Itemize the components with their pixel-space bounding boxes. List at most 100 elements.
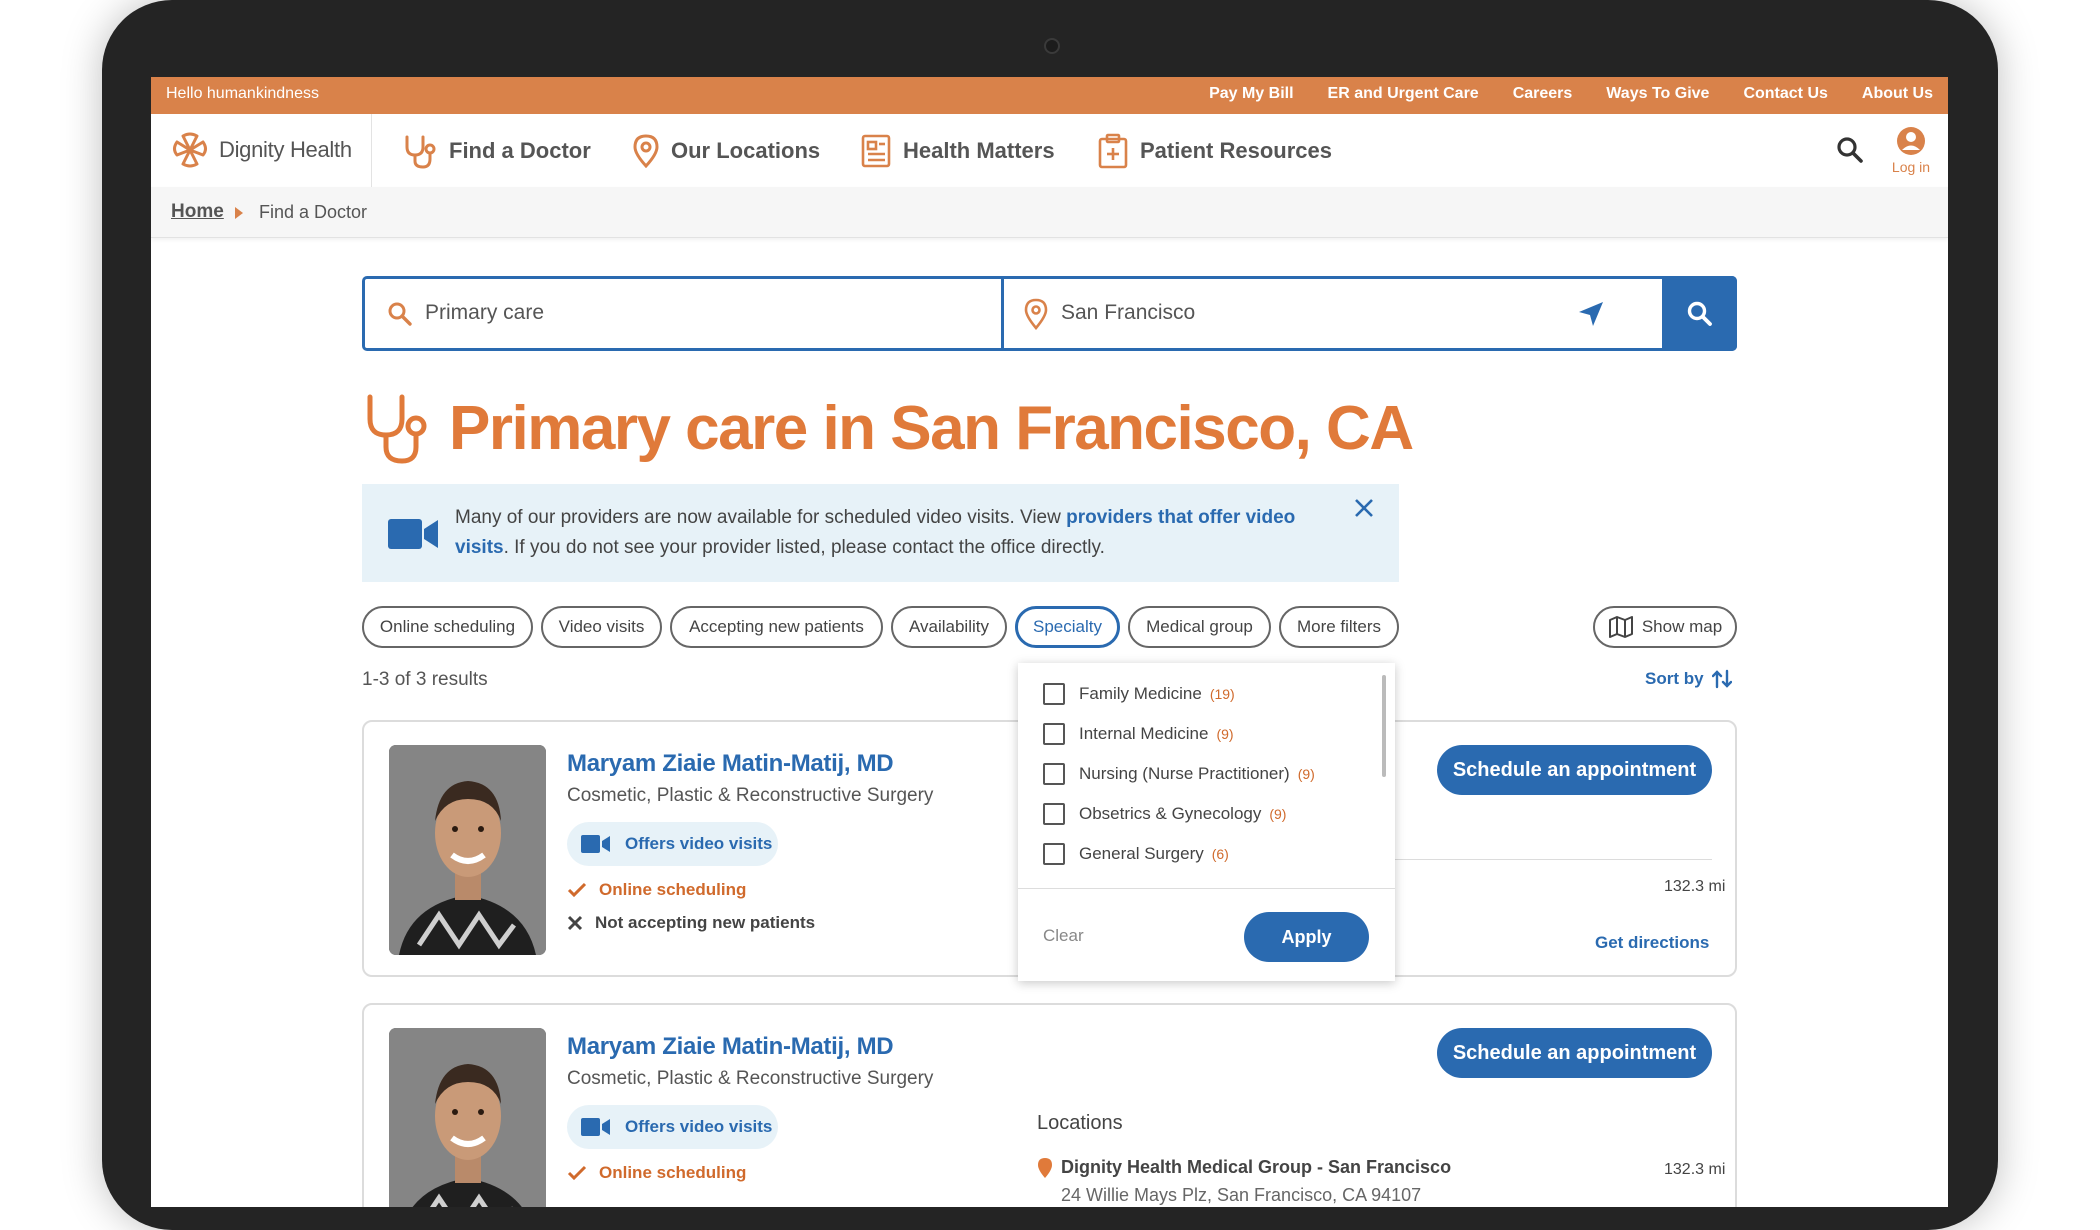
contact-us-link[interactable]: Contact Us [1743, 85, 1827, 103]
location-distance: 132.3 mi [1664, 1161, 1726, 1178]
locations-heading: Locations [1037, 1112, 1123, 1134]
about-us-link[interactable]: About Us [1862, 85, 1933, 103]
specialty-option-count: (6) [1211, 846, 1229, 862]
sort-by-button[interactable]: Sort by [1645, 669, 1732, 689]
breadcrumb-chevron-icon [235, 207, 243, 219]
specialty-option-label: Obsetrics & Gynecology [1079, 804, 1262, 823]
clipboard-icon [1098, 133, 1128, 168]
ways-to-give-link[interactable]: Ways To Give [1606, 85, 1709, 103]
location-address: 24 Willie Mays Plz, San Francisco, CA 94… [1061, 1185, 1422, 1205]
nav-our-locations[interactable]: Our Locations [633, 114, 820, 187]
doctor-photo[interactable] [389, 745, 546, 955]
er-urgent-care-link[interactable]: ER and Urgent Care [1328, 85, 1479, 103]
doctor-portrait-image [389, 745, 546, 955]
doctor-card: Maryam Ziaie Matin-Matij, MD Cosmetic, P… [362, 1003, 1737, 1207]
brand-name: Dignity Health [219, 137, 352, 162]
video-camera-icon [581, 1118, 610, 1136]
specialty-option-count: (19) [1209, 686, 1235, 702]
doctor-name-link[interactable]: Maryam Ziaie Matin-Matij, MD [567, 1033, 894, 1061]
show-map-label: Show map [1641, 617, 1723, 636]
doctor-specialty: Cosmetic, Plastic & Reconstructive Surge… [567, 785, 934, 806]
specialty-option[interactable]: Internal Medicine (9) [1043, 720, 1234, 748]
filter-medical-group[interactable]: Medical group [1128, 606, 1271, 648]
specialty-option[interactable]: General Surgery (6) [1043, 840, 1229, 868]
filter-online-scheduling[interactable]: Online scheduling [362, 606, 533, 648]
close-icon[interactable] [1352, 496, 1376, 520]
brand-logo[interactable]: Dignity Health [169, 130, 352, 170]
specialty-option-label: Nursing (Nurse Practitioner) [1079, 764, 1290, 783]
schedule-appointment-button[interactable]: Schedule an appointment [1437, 745, 1712, 795]
location-pin-icon [1038, 1158, 1052, 1178]
checkbox[interactable] [1043, 843, 1065, 865]
specialty-option-label: Internal Medicine [1079, 724, 1209, 743]
specialty-option-count: (9) [1269, 806, 1287, 822]
video-visits-label: Offers video visits [625, 834, 773, 853]
location-pin-icon [1024, 298, 1048, 330]
login-label: Log in [1891, 159, 1931, 175]
specialty-option-count: (9) [1297, 766, 1315, 782]
filter-accepting-new-patients[interactable]: Accepting new patients [670, 606, 883, 648]
nav-find-a-doctor-label: Find a Doctor [449, 137, 591, 163]
doctor-photo[interactable] [389, 1028, 546, 1207]
search-query-input[interactable]: Primary care [425, 301, 544, 325]
specialty-option[interactable]: Family Medicine (19) [1043, 680, 1235, 708]
careers-link[interactable]: Careers [1513, 85, 1573, 103]
apply-button[interactable]: Apply [1244, 912, 1369, 962]
nav-health-matters[interactable]: Health Matters [861, 114, 1055, 187]
filter-video-visits[interactable]: Video visits [541, 606, 662, 648]
site-search-button[interactable] [1836, 136, 1864, 169]
filter-specialty[interactable]: Specialty [1015, 606, 1120, 648]
search-location-input[interactable]: San Francisco [1061, 301, 1195, 325]
specialty-option-label: General Surgery [1079, 844, 1204, 863]
schedule-appointment-button[interactable]: Schedule an appointment [1437, 1028, 1712, 1078]
current-location-icon[interactable] [1577, 300, 1605, 328]
dignity-health-logo-icon [173, 132, 207, 168]
clear-button[interactable]: Clear [1043, 926, 1084, 946]
filter-more-filters[interactable]: More filters [1279, 606, 1399, 648]
dropdown-scrollbar[interactable] [1382, 675, 1386, 777]
doctor-name-link[interactable]: Maryam Ziaie Matin-Matij, MD [567, 750, 894, 778]
nav-divider [371, 114, 372, 187]
camera-icon [1044, 38, 1060, 54]
specialty-option-count: (9) [1216, 726, 1234, 742]
online-scheduling-label: Online scheduling [599, 1163, 747, 1182]
checkbox[interactable] [1043, 723, 1065, 745]
specialty-dropdown: Family Medicine (19) Internal Medicine (… [1018, 663, 1395, 981]
banner-message: Many of our providers are now available … [455, 503, 1315, 563]
banner-text-before: Many of our providers are now available … [455, 507, 1067, 528]
page-title: Primary care in San Francisco, CA [449, 394, 1414, 463]
pay-my-bill-link[interactable]: Pay My Bill [1209, 85, 1293, 103]
specialty-option[interactable]: Nursing (Nurse Practitioner) (9) [1043, 760, 1315, 788]
map-icon [1608, 616, 1633, 638]
show-map-button[interactable]: Show map [1593, 606, 1737, 648]
video-camera-icon [388, 519, 438, 549]
filter-availability[interactable]: Availability [891, 606, 1007, 648]
search-icon [1837, 137, 1863, 163]
checkbox[interactable] [1043, 683, 1065, 705]
search-icon [388, 302, 412, 326]
specialty-option-label: Family Medicine [1079, 684, 1202, 703]
checkbox[interactable] [1043, 803, 1065, 825]
dropdown-divider [1018, 888, 1395, 889]
checkmark-icon [567, 882, 587, 898]
sort-icon [1711, 669, 1732, 689]
doctor-portrait-image [389, 1028, 546, 1207]
nav-patient-resources[interactable]: Patient Resources [1098, 114, 1332, 187]
get-directions-link[interactable]: Get directions [1595, 933, 1709, 953]
specialty-option[interactable]: Obsetrics & Gynecology (9) [1043, 800, 1286, 828]
checkbox[interactable] [1043, 763, 1065, 785]
sort-by-label: Sort by [1645, 669, 1704, 688]
search-icon [1687, 301, 1712, 326]
checkmark-icon [567, 1165, 587, 1181]
nav-our-locations-label: Our Locations [671, 137, 821, 163]
breadcrumb: Home Find a Doctor [151, 187, 1948, 238]
search-submit-button[interactable] [1662, 276, 1737, 351]
login-button[interactable]: Log in [1891, 126, 1931, 175]
results-count: 1-3 of 3 results [362, 669, 488, 690]
main-nav: Dignity Health Find a Doctor Our Locatio… [151, 114, 1948, 188]
breadcrumb-home-link[interactable]: Home [171, 201, 224, 223]
doctor-search-form: Primary care San Francisco [362, 276, 1737, 351]
nav-find-a-doctor[interactable]: Find a Doctor [403, 114, 591, 187]
accepting-patients-label: Not accepting new patients [595, 913, 816, 932]
article-icon [861, 134, 891, 167]
